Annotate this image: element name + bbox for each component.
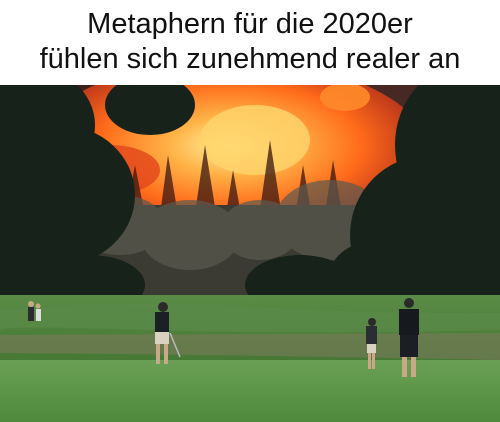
caption-line-2: fühlen sich zunehmend realer an: [39, 43, 461, 75]
photo: [0, 85, 500, 422]
caption: Metaphern für die 2020er fühlen sich zun…: [0, 0, 500, 84]
meme: Metaphern für die 2020er fühlen sich zun…: [0, 0, 500, 422]
fairway-foreground: [0, 360, 500, 422]
wildfire-golf-scene: [0, 85, 500, 422]
caption-line-1: Metaphern für die 2020er: [87, 8, 413, 40]
fire-hotspot: [200, 105, 310, 175]
